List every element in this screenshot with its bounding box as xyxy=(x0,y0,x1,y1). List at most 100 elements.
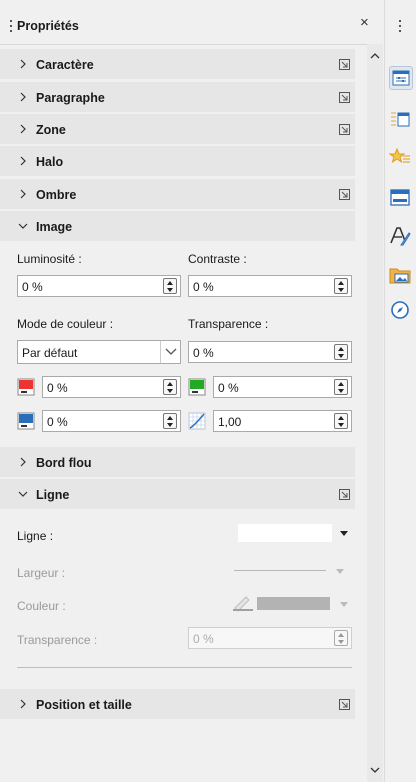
red-spinner[interactable]: 0 % xyxy=(42,376,181,398)
section-label: Paragraphe xyxy=(36,91,105,105)
section-label: Position et taille xyxy=(36,698,132,712)
blue-channel-icon xyxy=(17,412,35,430)
section-divider xyxy=(17,667,352,668)
font-icon xyxy=(390,227,411,246)
properties-panel: Propriétés × Caractère Paragraphe Zone H… xyxy=(0,0,384,782)
more-options-icon[interactable] xyxy=(339,699,350,710)
section-zone[interactable]: Zone xyxy=(0,114,355,144)
ligne-transparence-spinner: 0 % xyxy=(188,627,352,649)
section-halo[interactable]: Halo xyxy=(0,146,355,176)
vertical-scrollbar[interactable] xyxy=(367,44,383,782)
spinner-value: 0 % xyxy=(22,280,43,294)
spinner-value: 0 % xyxy=(47,415,68,429)
chevron-right-icon xyxy=(20,457,26,467)
more-options-icon[interactable] xyxy=(339,59,350,70)
section-bord-flou[interactable]: Bord flou xyxy=(0,447,355,477)
spinner-value: 0 % xyxy=(47,381,68,395)
section-label: Halo xyxy=(36,155,64,169)
ligne-transparence-label: Transparence : xyxy=(17,633,98,647)
properties-tab[interactable] xyxy=(389,66,413,90)
section-ombre[interactable]: Ombre xyxy=(0,179,355,209)
contraste-label: Contraste : xyxy=(188,252,247,266)
blue-spinner[interactable]: 0 % xyxy=(42,410,181,432)
section-label: Caractère xyxy=(36,58,94,72)
spinner-value: 0 % xyxy=(218,381,239,395)
scroll-down-icon[interactable] xyxy=(370,766,380,774)
page-tab[interactable] xyxy=(389,108,413,132)
close-button[interactable]: × xyxy=(360,14,369,31)
section-label: Zone xyxy=(36,123,66,137)
green-spinner[interactable]: 0 % xyxy=(213,376,352,398)
image-tab[interactable] xyxy=(389,264,413,288)
properties-icon xyxy=(392,70,410,86)
section-label: Ligne xyxy=(36,488,70,502)
panel-title-bar: Propriétés × xyxy=(0,0,384,44)
mode-couleur-select[interactable]: Par défaut xyxy=(17,340,181,364)
line-style-preview[interactable] xyxy=(238,524,332,542)
transparence-spinner[interactable]: 0 % xyxy=(188,341,352,363)
section-caractere[interactable]: Caractère xyxy=(0,49,355,79)
section-label: Bord flou xyxy=(36,456,92,470)
couleur-label: Couleur : xyxy=(17,599,66,613)
spin-buttons[interactable] xyxy=(334,278,348,294)
spin-buttons[interactable] xyxy=(163,413,177,429)
ligne-style-label: Ligne : xyxy=(17,529,54,543)
spin-buttons[interactable] xyxy=(163,379,177,395)
line-width-preview xyxy=(234,570,326,571)
spin-buttons[interactable] xyxy=(334,344,348,360)
chevron-down-icon xyxy=(18,491,28,497)
section-position-taille[interactable]: Position et taille xyxy=(0,689,355,719)
scroll-up-icon[interactable] xyxy=(370,52,380,60)
rail-grip-icon[interactable] xyxy=(399,20,401,32)
select-value: Par défaut xyxy=(22,346,78,360)
chevron-down-icon xyxy=(18,223,28,229)
dropdown-arrow-icon[interactable] xyxy=(340,531,348,537)
largeur-label: Largeur : xyxy=(17,566,66,580)
line-color-swatch xyxy=(257,597,330,610)
green-channel-icon xyxy=(188,378,206,396)
page-icon xyxy=(391,112,410,127)
font-tab[interactable] xyxy=(389,225,413,249)
grip-icon[interactable] xyxy=(10,20,13,34)
more-options-icon[interactable] xyxy=(339,124,350,135)
spin-buttons xyxy=(334,630,348,646)
dropdown-button[interactable] xyxy=(160,341,180,363)
section-ligne[interactable]: Ligne xyxy=(0,479,355,509)
styles-icon xyxy=(388,147,410,164)
contraste-spinner[interactable]: 0 % xyxy=(188,275,352,297)
luminosite-label: Luminosité : xyxy=(17,252,82,266)
section-image[interactable]: Image xyxy=(0,211,355,241)
chevron-right-icon xyxy=(20,699,26,709)
styles-tab[interactable] xyxy=(388,146,413,170)
more-options-icon[interactable] xyxy=(339,189,350,200)
mode-couleur-label: Mode de couleur : xyxy=(17,317,114,331)
gamma-icon xyxy=(188,412,206,430)
dropdown-arrow-icon xyxy=(336,569,344,574)
section-label: Ombre xyxy=(36,188,77,202)
panel-title: Propriétés xyxy=(17,19,79,33)
compass-icon xyxy=(391,301,409,319)
spinner-value: 0 % xyxy=(193,346,214,360)
sidebar-tab-rail xyxy=(384,0,416,782)
red-channel-icon xyxy=(17,378,35,396)
spin-buttons[interactable] xyxy=(334,379,348,395)
spin-buttons[interactable] xyxy=(163,278,177,294)
spin-buttons[interactable] xyxy=(334,413,348,429)
navigator-tab[interactable] xyxy=(389,299,413,323)
line-color-pen-icon xyxy=(233,596,253,612)
transparence-label: Transparence : xyxy=(188,317,269,331)
gallery-icon xyxy=(390,189,410,206)
spinner-value: 0 % xyxy=(193,632,214,646)
dropdown-arrow-icon xyxy=(340,602,348,607)
spinner-value: 0 % xyxy=(193,280,214,294)
luminosite-spinner[interactable]: 0 % xyxy=(17,275,181,297)
chevron-right-icon xyxy=(20,189,26,199)
section-paragraphe[interactable]: Paragraphe xyxy=(0,82,355,112)
gamma-spinner[interactable]: 1,00 xyxy=(213,410,352,432)
spinner-value: 1,00 xyxy=(218,415,242,429)
gallery-tab[interactable] xyxy=(389,187,413,211)
more-options-icon[interactable] xyxy=(339,489,350,500)
title-separator xyxy=(0,44,367,45)
chevron-right-icon xyxy=(20,92,26,102)
more-options-icon[interactable] xyxy=(339,92,350,103)
